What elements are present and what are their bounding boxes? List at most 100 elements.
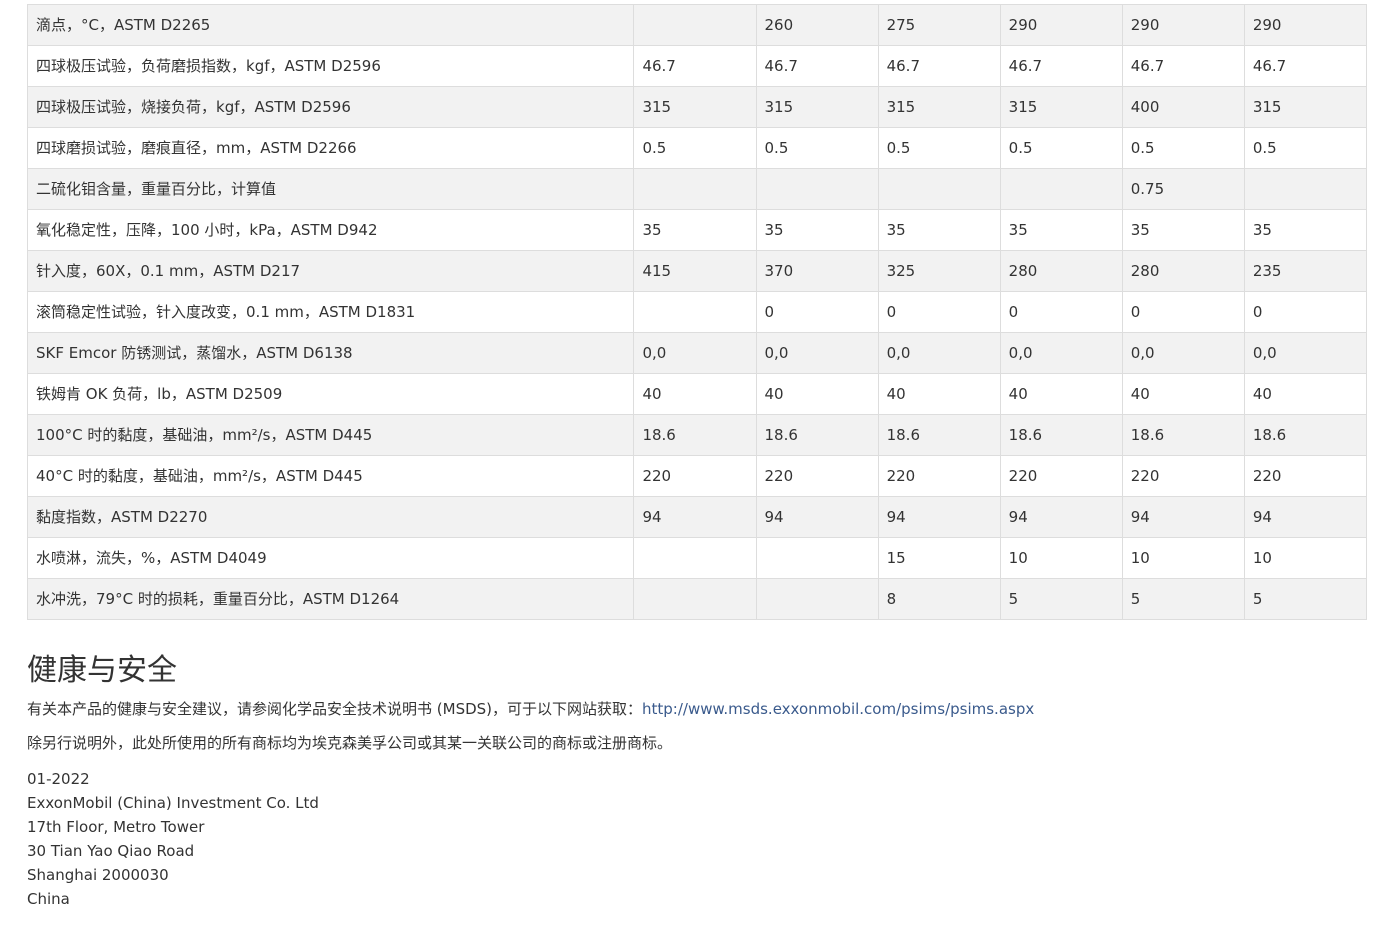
table-row: 氧化稳定性，压降，100 小时，kPa，ASTM D942 35 35 35 35 35 3…: [26, 209, 1368, 251]
table-cell: 0.75: [1121, 168, 1245, 210]
table-cell: 220: [633, 455, 757, 497]
table-cell: 0: [999, 291, 1123, 333]
row-label: 水冲洗，79°C 时的损耗，重量百分比，ASTM D1264: [26, 578, 635, 620]
table-cell: 15: [877, 537, 1001, 579]
row-label: 四球极压试验，负荷磨损指数，kgf，ASTM D2596: [26, 45, 635, 87]
table-cell: 18.6: [999, 414, 1123, 456]
table-cell: 0: [1121, 291, 1245, 333]
table-cell: 94: [877, 496, 1001, 538]
table-cell: 40: [877, 373, 1001, 415]
table-cell: 40: [1121, 373, 1245, 415]
table-cell: [633, 537, 757, 579]
table-cell: [633, 4, 757, 46]
table-cell: 18.6: [755, 414, 879, 456]
table-cell: 235: [1243, 250, 1368, 292]
table-cell: [877, 168, 1001, 210]
trademark-notice: 除另行说明外，此处所使用的所有商标均为埃克森美孚公司或其某一关联公司的商标或注册…: [27, 734, 673, 752]
row-label: 针入度，60X，0.1 mm，ASTM D217: [26, 250, 635, 292]
table-row: 铁姆肯 OK 负荷，lb，ASTM D2509 40 40 40 40 40 40: [26, 373, 1368, 415]
table-row: 100°C 时的黏度，基础油，mm²/s，ASTM D445 18.6 18.6 18…: [26, 414, 1368, 456]
table-cell: 8: [877, 578, 1001, 620]
table-cell: [755, 537, 879, 579]
table-cell: 220: [755, 455, 879, 497]
table-cell: 40: [633, 373, 757, 415]
company-address: 01-2022 ExxonMobil (China) Investment Co…: [27, 767, 319, 911]
address-floor: 17th Floor, Metro Tower: [27, 818, 205, 836]
table-cell: [633, 578, 757, 620]
table-cell: [1243, 168, 1368, 210]
table-row: 四球极压试验，负荷磨损指数，kgf，ASTM D2596 46.7 46.7 46.7…: [26, 45, 1368, 87]
table-row: 水冲洗，79°C 时的损耗，重量百分比，ASTM D1264 8 5 5 5: [26, 578, 1368, 620]
table-cell: 0,0: [1243, 332, 1368, 374]
table-cell: 290: [1243, 4, 1368, 46]
row-label: 40°C 时的黏度，基础油，mm²/s，ASTM D445: [26, 455, 635, 497]
table-row: 二硫化钼含量，重量百分比，计算值 0.75: [26, 168, 1368, 210]
row-label: 水喷淋，流失，%，ASTM D4049: [26, 537, 635, 579]
row-label: 铁姆肯 OK 负荷，lb，ASTM D2509: [26, 373, 635, 415]
table-cell: 315: [755, 86, 879, 128]
table-cell: 0,0: [877, 332, 1001, 374]
table-cell: 46.7: [755, 45, 879, 87]
table-cell: 46.7: [1243, 45, 1368, 87]
row-label: 黏度指数，ASTM D2270: [26, 496, 635, 538]
table-cell: 10: [1243, 537, 1368, 579]
table-cell: 40: [999, 373, 1123, 415]
table-cell: [755, 168, 879, 210]
table-cell: 0: [755, 291, 879, 333]
table-cell: 220: [1121, 455, 1245, 497]
table-cell: 46.7: [633, 45, 757, 87]
table-cell: 35: [999, 209, 1123, 251]
table-cell: 0.5: [633, 127, 757, 169]
table-cell: 0.5: [1121, 127, 1245, 169]
table-cell: 35: [1243, 209, 1368, 251]
table-cell: 18.6: [1243, 414, 1368, 456]
table-cell: 280: [1121, 250, 1245, 292]
table-row: 四球磨损试验，磨痕直径，mm，ASTM D2266 0.5 0.5 0.5 0.5 0.5…: [26, 127, 1368, 169]
table-cell: 46.7: [1121, 45, 1245, 87]
table-cell: 10: [1121, 537, 1245, 579]
table-cell: 18.6: [1121, 414, 1245, 456]
table-cell: 325: [877, 250, 1001, 292]
table-cell: 46.7: [999, 45, 1123, 87]
table-row: 滴点，°C，ASTM D2265 260 275 290 290 290: [26, 4, 1368, 46]
row-label: 滴点，°C，ASTM D2265: [26, 4, 635, 46]
section-title-health-safety: 健康与安全: [27, 653, 177, 688]
msds-link[interactable]: http://www.msds.exxonmobil.com/psims/psi…: [642, 700, 1034, 718]
table-cell: 35: [1121, 209, 1245, 251]
table-row: 水喷淋，流失，%，ASTM D4049 15 10 10 10: [26, 537, 1368, 579]
row-label: 100°C 时的黏度，基础油，mm²/s，ASTM D445: [26, 414, 635, 456]
table-cell: 280: [999, 250, 1123, 292]
table-cell: 5: [1243, 578, 1368, 620]
table-cell: 35: [755, 209, 879, 251]
spec-table: 滴点，°C，ASTM D2265 260 275 290 290 290 四球极压试验，负荷…: [26, 4, 1368, 620]
table-cell: 0.5: [999, 127, 1123, 169]
table-cell: 315: [877, 86, 1001, 128]
table-cell: 94: [1243, 496, 1368, 538]
table-row: 黏度指数，ASTM D2270 94 94 94 94 94 94: [26, 496, 1368, 538]
table-row: SKF Emcor 防锈测试，蒸馏水，ASTM D6138 0,0 0,0 0,0 0,…: [26, 332, 1368, 374]
table-cell: 35: [877, 209, 1001, 251]
table-cell: 5: [1121, 578, 1245, 620]
table-cell: 415: [633, 250, 757, 292]
table-cell: 0,0: [633, 332, 757, 374]
spec-table-body: 滴点，°C，ASTM D2265 260 275 290 290 290 四球极压试验，负荷…: [26, 4, 1368, 620]
table-cell: 315: [633, 86, 757, 128]
table-cell: 315: [1243, 86, 1368, 128]
msds-text: 有关本产品的健康与安全建议，请参阅化学品安全技术说明书 (MSDS)，可于以下网…: [27, 700, 643, 718]
table-cell: 220: [1243, 455, 1368, 497]
row-label: 滚筒稳定性试验，针入度改变，0.1 mm，ASTM D1831: [26, 291, 635, 333]
table-cell: 315: [999, 86, 1123, 128]
table-cell: 35: [633, 209, 757, 251]
table-cell: 94: [999, 496, 1123, 538]
table-row: 针入度，60X，0.1 mm，ASTM D217 415 370 325 280 280 2…: [26, 250, 1368, 292]
table-cell: 0,0: [1121, 332, 1245, 374]
table-cell: 290: [999, 4, 1123, 46]
table-cell: 260: [755, 4, 879, 46]
address-city: Shanghai 2000030: [27, 866, 169, 884]
table-cell: 94: [1121, 496, 1245, 538]
row-label: 二硫化钼含量，重量百分比，计算值: [26, 168, 635, 210]
table-cell: 400: [1121, 86, 1245, 128]
address-street: 30 Tian Yao Qiao Road: [27, 842, 195, 860]
table-cell: [633, 168, 757, 210]
table-row: 滚筒稳定性试验，针入度改变，0.1 mm，ASTM D1831 0 0 0 0 0: [26, 291, 1368, 333]
